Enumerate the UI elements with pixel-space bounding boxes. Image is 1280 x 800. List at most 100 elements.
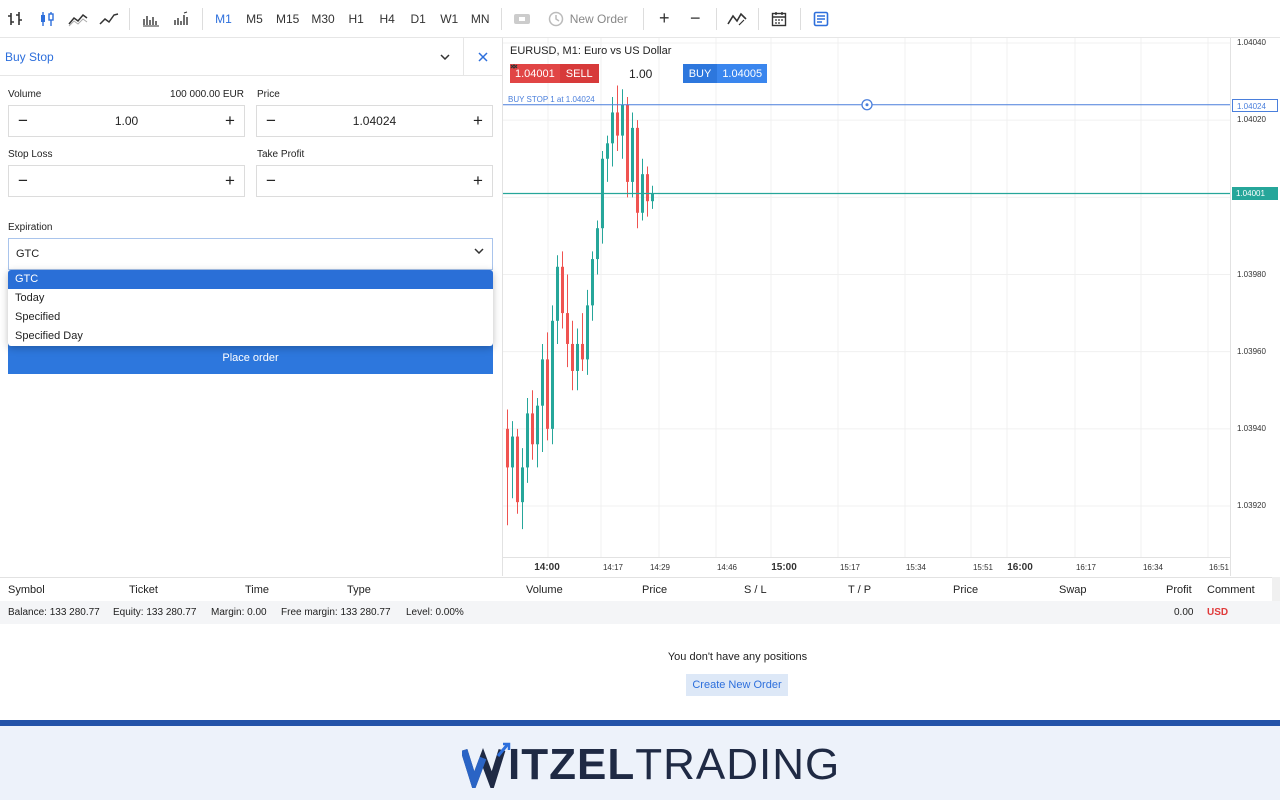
timeframe-m30[interactable]: M30 [305, 0, 340, 38]
col-tp[interactable]: T / P [848, 584, 871, 596]
price-axis[interactable]: 1.04040 1.04020 1.03980 1.03960 1.03940 1.039… [1230, 38, 1280, 576]
volume-input[interactable]: 1.00 [37, 114, 216, 128]
buy-price[interactable]: 1.04005 [717, 64, 768, 83]
volume-decrease-button[interactable]: − [9, 106, 37, 136]
candle-body [616, 112, 619, 136]
expiration-option-specified[interactable]: Specified [8, 308, 493, 327]
toolbar-divider [715, 7, 717, 30]
candle-body [646, 174, 649, 202]
logo-text-light: TRADING [635, 740, 841, 789]
candlestick-icon[interactable] [31, 0, 62, 38]
time-tick-label: 15:00 [771, 562, 797, 573]
time-tick-label: 15:17 [839, 563, 861, 572]
expiration-select[interactable]: GTC [8, 238, 493, 270]
col-swap[interactable]: Swap [1059, 584, 1087, 596]
price-decrease-button[interactable]: − [257, 106, 285, 136]
col-type[interactable]: Type [347, 584, 371, 596]
col-ticket[interactable]: Ticket [129, 584, 158, 596]
take-profit-increase-button[interactable]: + [464, 166, 492, 196]
candle-body [531, 413, 534, 445]
col-volume[interactable]: Volume [526, 584, 563, 596]
timeframe-w1[interactable]: W1 [434, 0, 465, 38]
candle-body [611, 112, 614, 144]
expiration-dropdown: GTC Today Specified Specified Day [8, 270, 493, 346]
candle-body [561, 266, 564, 314]
place-order-button[interactable]: Place order [8, 342, 493, 374]
candle-body [546, 359, 549, 429]
volume-label: Volume [8, 89, 42, 100]
candle-body [511, 436, 514, 468]
order-panel: Buy Stop Volume 100 000.00 EUR − 1.00 + … [0, 37, 503, 576]
col-current-price[interactable]: Price [953, 584, 978, 596]
calendar-icon[interactable] [764, 0, 795, 38]
take-profit-stepper: − + [256, 165, 493, 197]
chevron-down-icon[interactable] [510, 64, 619, 83]
candle-body [551, 320, 554, 429]
indicators-icon[interactable] [722, 0, 753, 38]
line-chart-icon[interactable] [93, 0, 124, 38]
chart-canvas[interactable] [503, 38, 1230, 557]
timeframe-d1[interactable]: D1 [403, 0, 434, 38]
trade-icon[interactable] [507, 0, 538, 38]
margin-value: Margin: 0.00 [211, 607, 267, 618]
area-chart-icon[interactable] [62, 0, 93, 38]
expiration-option-specified-day[interactable]: Specified Day [8, 327, 493, 346]
col-price[interactable]: Price [642, 584, 667, 596]
create-new-order-button[interactable]: Create New Order [686, 674, 788, 696]
price-increase-button[interactable]: + [464, 106, 492, 136]
price-chart[interactable]: EURUSD, M1: Euro vs US Dollar 1.04001 SE… [503, 38, 1280, 576]
volume-increase-button[interactable]: + [216, 106, 244, 136]
timeframe-h1[interactable]: H1 [341, 0, 372, 38]
equity-value: Equity: 133 280.77 [113, 607, 197, 618]
expiration-option-gtc[interactable]: GTC [8, 270, 493, 289]
col-sl[interactable]: S / L [744, 584, 767, 596]
time-axis[interactable]: 14:00 14:17 14:29 14:46 15:00 15:17 15:34 15:51… [503, 557, 1230, 576]
empty-positions-message: You don't have any positions [667, 651, 808, 663]
expiration-option-today[interactable]: Today [8, 289, 493, 308]
take-profit-decrease-button[interactable]: − [257, 166, 285, 196]
stop-loss-decrease-button[interactable]: − [9, 166, 37, 196]
witzel-trading-logo: ITZEL TRADING [460, 740, 841, 793]
candle-body [571, 343, 574, 371]
candle-body [526, 413, 529, 468]
new-order-button[interactable]: New Order [538, 11, 638, 27]
price-label: Price [257, 89, 280, 100]
price-tick-label: 1.03980 [1237, 269, 1266, 279]
timeframe-m5[interactable]: M5 [239, 0, 270, 38]
price-input[interactable]: 1.04024 [285, 114, 464, 128]
toolbar-divider [757, 7, 759, 30]
zoom-out-button[interactable]: − [680, 0, 711, 38]
candle-body [591, 259, 594, 306]
timeframe-h4[interactable]: H4 [372, 0, 403, 38]
col-comment[interactable]: Comment [1207, 584, 1255, 596]
bar-chart-icon[interactable] [0, 0, 31, 38]
candle-body [606, 143, 609, 159]
sell-button[interactable]: SELL [559, 64, 599, 83]
timeframe-mn[interactable]: MN [465, 0, 496, 38]
stop-loss-increase-button[interactable]: + [216, 166, 244, 196]
candle-body [651, 193, 654, 202]
scrollbar[interactable] [1272, 577, 1280, 601]
time-tick-label: 14:46 [716, 563, 738, 572]
col-profit[interactable]: Profit [1166, 584, 1192, 596]
stop-loss-stepper: − + [8, 165, 245, 197]
timeframe-m1[interactable]: M1 [208, 0, 239, 38]
candle-body [596, 228, 599, 260]
candle-body [626, 104, 629, 182]
chevron-up-icon[interactable] [510, 64, 683, 83]
zoom-in-button[interactable]: + [649, 0, 680, 38]
buy-button[interactable]: BUY [682, 64, 718, 83]
chevron-down-icon[interactable] [426, 37, 464, 76]
order-type-title[interactable]: Buy Stop [0, 50, 426, 64]
tick-volume-icon[interactable] [166, 0, 197, 38]
notes-icon[interactable] [806, 0, 837, 38]
toolbar-divider [642, 7, 644, 30]
col-time[interactable]: Time [245, 584, 269, 596]
buy-stop-order-label[interactable]: BUY STOP 1 at 1.04024 [508, 95, 595, 104]
one-click-volume[interactable]: 1.00 [619, 64, 663, 83]
close-icon[interactable] [464, 38, 502, 76]
col-symbol[interactable]: Symbol [8, 584, 45, 596]
timeframe-m15[interactable]: M15 [270, 0, 305, 38]
price-tick-label: 1.03940 [1237, 423, 1266, 433]
volume-icon[interactable] [135, 0, 166, 38]
